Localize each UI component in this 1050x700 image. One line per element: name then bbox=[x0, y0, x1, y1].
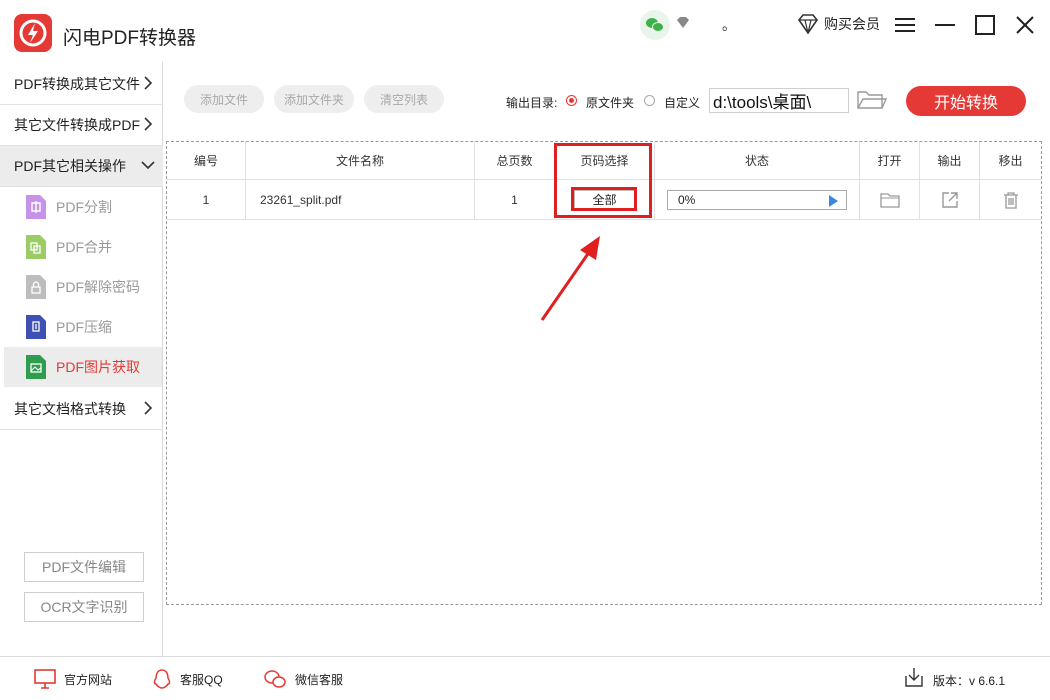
pdf-merge-icon bbox=[26, 235, 46, 259]
sub-item-label: PDF图片获取 bbox=[56, 359, 140, 375]
nav-other-doc-format[interactable]: 其它文档格式转换 bbox=[0, 389, 163, 430]
minimize-button[interactable] bbox=[928, 8, 962, 42]
pdf-split-icon bbox=[26, 195, 46, 219]
nav-label: PDF其它相关操作 bbox=[14, 158, 126, 174]
menu-button[interactable] bbox=[888, 8, 922, 42]
cell-output bbox=[920, 180, 980, 220]
output-path-input[interactable] bbox=[709, 88, 849, 113]
qq-support-link[interactable]: 客服QQ bbox=[152, 667, 223, 691]
app-title: 闪电PDF转换器 bbox=[63, 28, 197, 49]
trash-icon[interactable] bbox=[1003, 191, 1019, 209]
pdf-compress-icon bbox=[26, 315, 46, 339]
highlight-cell-box bbox=[571, 187, 637, 211]
sub-item-label: PDF分割 bbox=[56, 199, 112, 215]
pdf-unlock-icon bbox=[26, 275, 46, 299]
nav-label: PDF转换成其它文件 bbox=[14, 76, 140, 92]
minimize-icon bbox=[935, 24, 955, 26]
maximize-icon bbox=[975, 15, 995, 35]
cell-status: 0% bbox=[655, 180, 860, 220]
wechat-support-label: 微信客服 bbox=[295, 672, 344, 687]
sub-item-pdf-split[interactable]: PDF分割 bbox=[4, 187, 162, 227]
folder-icon bbox=[857, 91, 888, 109]
sub-item-pdf-unlock[interactable]: PDF解除密码 bbox=[4, 267, 162, 307]
ocr-button[interactable]: OCR文字识别 bbox=[24, 592, 144, 622]
col-header-open: 打开 bbox=[860, 142, 920, 180]
user-name-text: 。 bbox=[722, 17, 736, 33]
clear-list-button[interactable]: 清空列表 bbox=[364, 85, 444, 113]
annotation-arrow bbox=[540, 236, 600, 321]
radio-source-label: 原文件夹 bbox=[586, 96, 635, 110]
diamond-icon bbox=[798, 14, 818, 35]
sub-item-pdf-image[interactable]: PDF图片获取 bbox=[4, 347, 162, 387]
radio-source-folder[interactable] bbox=[566, 95, 577, 106]
col-header-output: 输出 bbox=[920, 142, 980, 180]
qq-support-label: 客服QQ bbox=[180, 672, 223, 687]
play-icon[interactable] bbox=[829, 194, 838, 207]
monitor-icon bbox=[34, 669, 56, 689]
chevron-right-icon bbox=[144, 401, 153, 415]
version-text: 版本：v 6.6.1 bbox=[933, 674, 1006, 688]
maximize-button[interactable] bbox=[968, 8, 1002, 42]
add-folder-button[interactable]: 添加文件夹 bbox=[274, 85, 354, 113]
nav-label: 其它文档格式转换 bbox=[14, 401, 126, 417]
sub-item-label: PDF解除密码 bbox=[56, 279, 140, 295]
start-convert-button[interactable]: 开始转换 bbox=[906, 86, 1026, 116]
hamburger-icon bbox=[895, 18, 915, 32]
wechat-icon[interactable] bbox=[640, 10, 670, 40]
progress-text: 0% bbox=[678, 192, 696, 207]
open-folder-icon[interactable] bbox=[879, 192, 900, 208]
export-icon[interactable] bbox=[941, 191, 959, 209]
official-website-link[interactable]: 官方网站 bbox=[34, 667, 112, 691]
sub-item-label: PDF压缩 bbox=[56, 319, 112, 335]
col-header-remove: 移出 bbox=[980, 142, 1041, 180]
add-file-button[interactable]: 添加文件 bbox=[184, 85, 264, 113]
cell-open bbox=[860, 180, 920, 220]
nav-other-to-pdf[interactable]: 其它文件转换成PDF bbox=[0, 105, 163, 146]
sub-item-pdf-compress[interactable]: PDF压缩 bbox=[4, 307, 162, 347]
sidebar: PDF转换成其它文件 其它文件转换成PDF PDF其它相关操作 PDF分割 PD… bbox=[0, 62, 163, 656]
radio-custom-label: 自定义 bbox=[664, 96, 701, 110]
app-logo-icon bbox=[14, 14, 52, 52]
pdf-edit-button[interactable]: PDF文件编辑 bbox=[24, 552, 144, 582]
output-dir-label: 输出目录: bbox=[506, 96, 558, 110]
wechat-support-link[interactable]: 微信客服 bbox=[263, 667, 343, 691]
chevron-right-icon bbox=[144, 76, 153, 90]
col-header-filename: 文件名称 bbox=[246, 142, 475, 180]
vip-diamond-icon bbox=[675, 15, 691, 31]
cell-remove bbox=[980, 180, 1041, 220]
nav-pdf-other-ops[interactable]: PDF其它相关操作 bbox=[0, 146, 163, 187]
close-button[interactable] bbox=[1008, 8, 1042, 42]
browse-folder-button[interactable] bbox=[856, 88, 888, 112]
qq-icon bbox=[153, 669, 171, 689]
cell-index: 1 bbox=[167, 180, 246, 220]
col-header-pages: 总页数 bbox=[475, 142, 555, 180]
col-header-index: 编号 bbox=[167, 142, 246, 180]
sub-item-label: PDF合并 bbox=[56, 239, 112, 255]
official-website-label: 官方网站 bbox=[64, 672, 113, 687]
buy-vip-button[interactable]: 购买会员 bbox=[796, 12, 880, 36]
wechat-outline-icon bbox=[264, 670, 286, 688]
buy-vip-label: 购买会员 bbox=[824, 16, 880, 32]
cell-pages: 1 bbox=[475, 180, 555, 220]
chevron-right-icon bbox=[144, 117, 153, 131]
cell-filename: 23261_split.pdf bbox=[246, 180, 475, 220]
progress-bar: 0% bbox=[667, 189, 847, 210]
footer-bar: 官方网站 客服QQ 微信客服 版本：v 6.6.1 bbox=[0, 656, 1050, 700]
nav-pdf-to-other[interactable]: PDF转换成其它文件 bbox=[0, 64, 163, 105]
radio-custom-folder[interactable] bbox=[644, 95, 655, 106]
nav-label: 其它文件转换成PDF bbox=[14, 117, 140, 133]
download-icon[interactable] bbox=[904, 666, 924, 688]
pdf-image-icon bbox=[26, 355, 46, 379]
chevron-down-icon bbox=[141, 161, 155, 170]
close-icon bbox=[1016, 16, 1034, 34]
sub-item-pdf-merge[interactable]: PDF合并 bbox=[4, 227, 162, 267]
col-header-status: 状态 bbox=[655, 142, 860, 180]
title-bar: 闪电PDF转换器 。 购买会员 bbox=[0, 0, 1050, 62]
